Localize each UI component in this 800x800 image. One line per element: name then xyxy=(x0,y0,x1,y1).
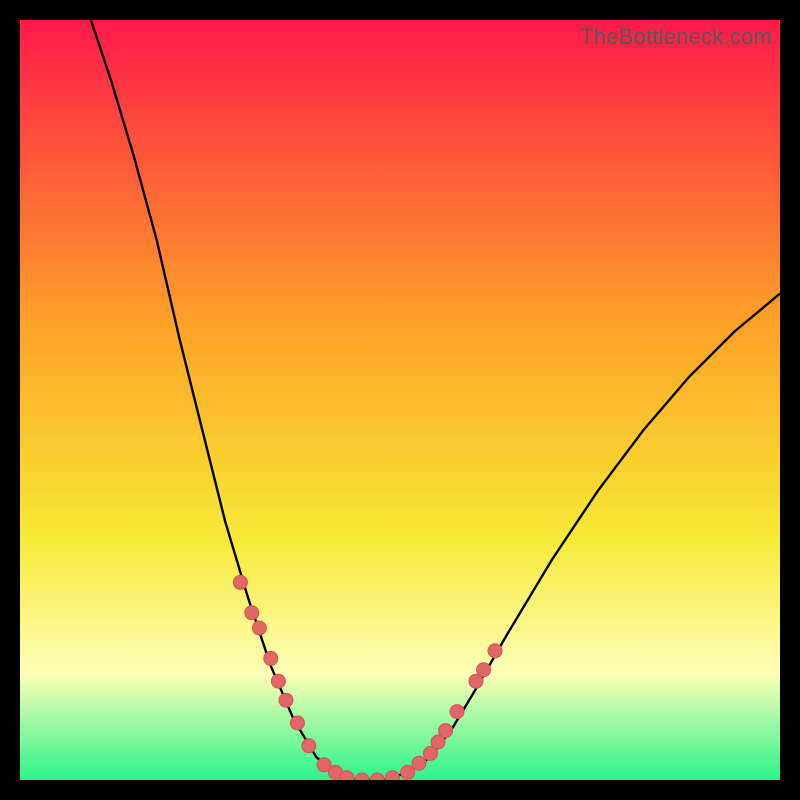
data-point xyxy=(264,651,278,665)
data-point xyxy=(302,739,316,753)
data-point xyxy=(385,771,399,780)
data-point xyxy=(245,606,259,620)
data-point xyxy=(488,644,502,658)
bottleneck-curve-chart xyxy=(20,20,780,780)
data-point xyxy=(439,724,453,738)
data-point xyxy=(271,674,285,688)
data-point xyxy=(412,756,426,770)
data-point xyxy=(290,716,304,730)
watermark-text: TheBottleneck.com xyxy=(580,24,772,50)
data-point xyxy=(340,771,354,780)
data-point xyxy=(450,705,464,719)
gradient-background xyxy=(20,20,780,780)
data-point xyxy=(401,765,415,779)
chart-frame: TheBottleneck.com xyxy=(20,20,780,780)
data-point xyxy=(252,621,266,635)
data-point xyxy=(477,663,491,677)
data-point xyxy=(279,693,293,707)
data-point xyxy=(233,575,247,589)
